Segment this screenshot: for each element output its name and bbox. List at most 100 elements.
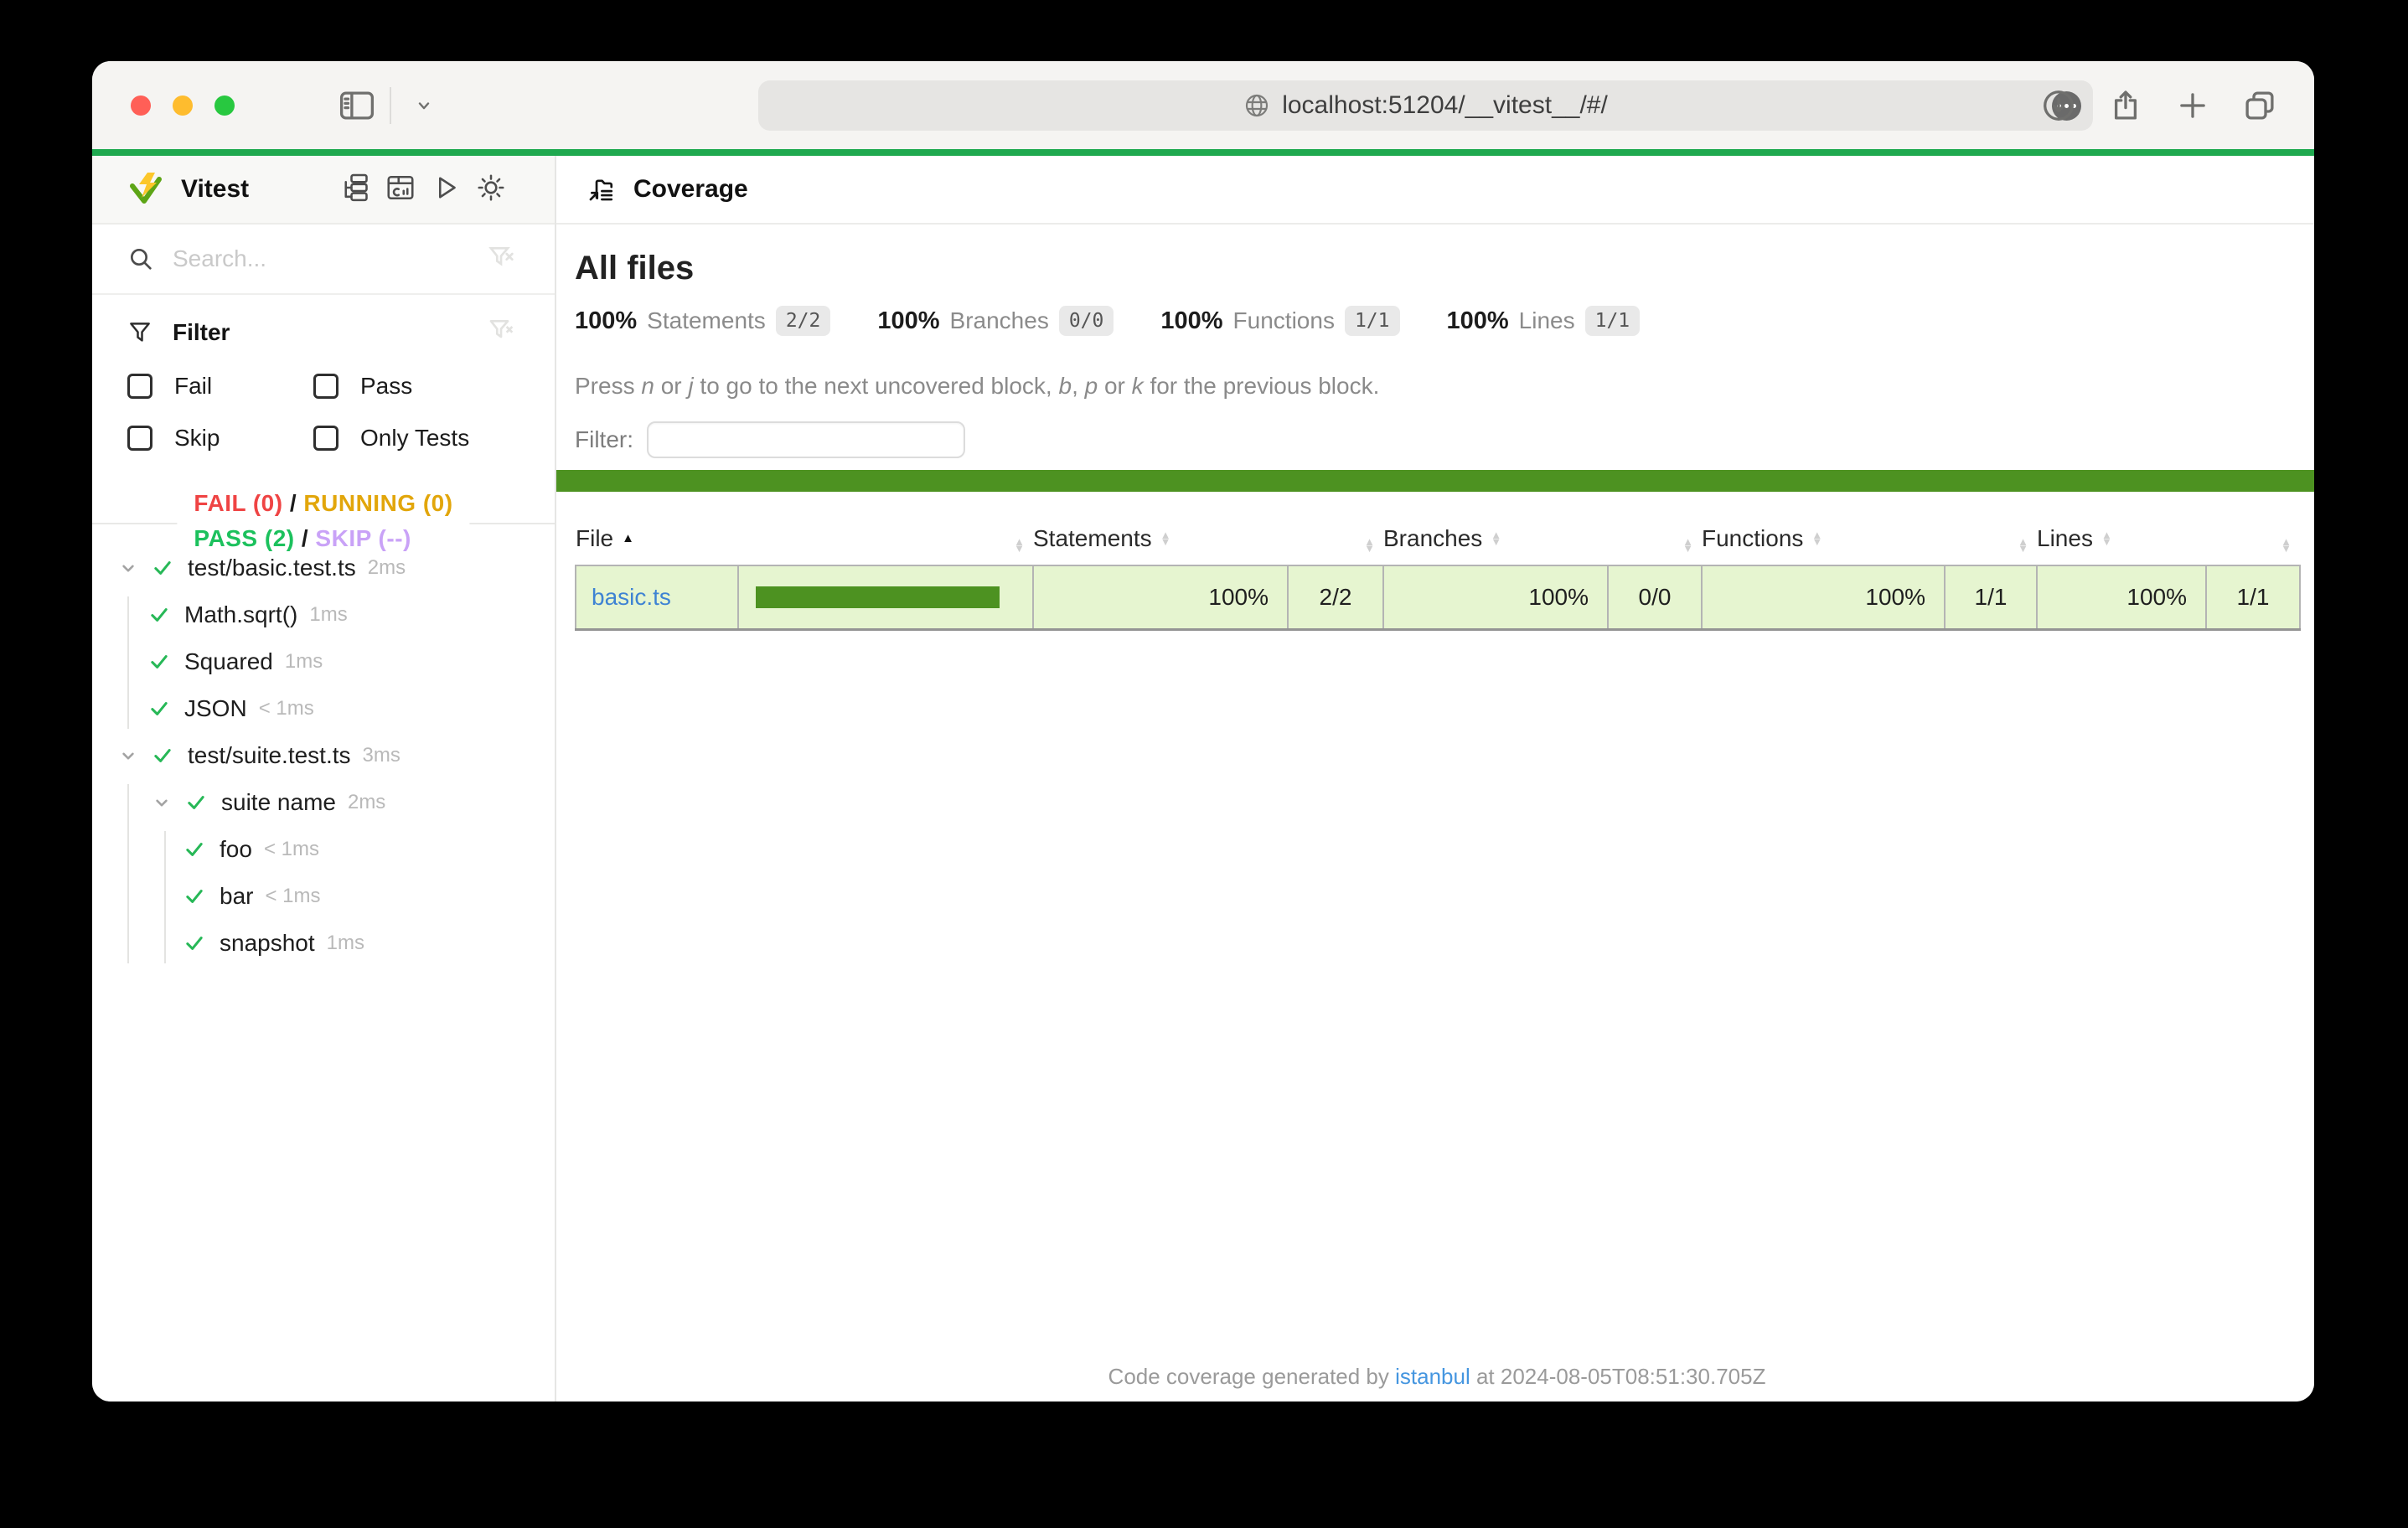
- branches-ratio-cell: 0/0: [1608, 565, 1702, 629]
- test-progress-bar: [92, 149, 2314, 156]
- filter-title: Filter: [173, 319, 488, 346]
- statements-pct-cell: 100%: [1033, 565, 1288, 629]
- tree-item-bar[interactable]: bar < 1ms: [92, 873, 555, 920]
- stat-functions: 100%Functions1/1: [1160, 306, 1399, 336]
- column-header-graph[interactable]: ▲▼: [738, 512, 1033, 565]
- functions-pct-cell: 100%: [1702, 565, 1945, 629]
- dashboard-icon[interactable]: [385, 173, 416, 207]
- lines-ratio-cell: 1/1: [2206, 565, 2300, 629]
- coverage-folder-icon: [586, 175, 615, 204]
- clear-filter-icon[interactable]: [488, 317, 514, 348]
- browser-window: localhost:51204/__vitest__/#/: [92, 61, 2314, 1402]
- sidebar-toggle-icon[interactable]: [339, 88, 375, 123]
- brand-title: Vitest: [181, 175, 340, 204]
- tree-item-squared[interactable]: Squared 1ms: [92, 638, 555, 685]
- chrome-divider: [390, 87, 391, 124]
- column-header-file[interactable]: File▲: [576, 512, 738, 565]
- pass-check-icon: [147, 650, 171, 674]
- traffic-lights: [131, 61, 235, 149]
- coverage-keyline-bar: [556, 470, 2314, 492]
- sort-icon[interactable]: ▲▼: [1608, 539, 1702, 552]
- screenshot-stage: localhost:51204/__vitest__/#/: [0, 0, 2408, 1528]
- tree-item-suite-test-file[interactable]: test/suite.test.ts 3ms: [92, 732, 555, 779]
- stat-statements: 100%Statements2/2: [575, 306, 830, 336]
- pass-check-icon: [151, 744, 174, 767]
- close-button[interactable]: [131, 96, 151, 116]
- downloads-icon[interactable]: [2041, 88, 2076, 123]
- coverage-footer: Code coverage generated by istanbul at 2…: [556, 1364, 2314, 1390]
- sort-icon[interactable]: ▲▼: [1491, 532, 1501, 545]
- search-icon: [127, 245, 154, 272]
- coverage-table: File▲ ▲▼ Statements▲▼ ▲▼ Branches▲▼ ▲▼ F…: [575, 512, 2301, 631]
- test-tree: test/basic.test.ts 2ms Math.sqrt() 1ms S…: [92, 545, 555, 967]
- filter-checkbox-skip[interactable]: Skip: [127, 425, 313, 452]
- branches-pct-cell: 100%: [1383, 565, 1608, 629]
- tree-item-suite-name[interactable]: suite name 2ms: [92, 779, 555, 826]
- functions-ratio-cell: 1/1: [1945, 565, 2037, 629]
- column-header-functions-ratio[interactable]: ▲▼: [1945, 512, 2037, 565]
- url-bar[interactable]: localhost:51204/__vitest__/#/: [758, 80, 2093, 131]
- sort-icon[interactable]: ▲▼: [1811, 532, 1822, 545]
- minimize-button[interactable]: [173, 96, 193, 116]
- chevron-down-icon[interactable]: [117, 557, 139, 579]
- chevron-down-icon[interactable]: [151, 792, 173, 813]
- file-filter-label: Filter:: [575, 426, 633, 453]
- globe-icon: [1243, 92, 1270, 119]
- pass-check-icon: [183, 932, 206, 955]
- test-tree-view-icon[interactable]: [340, 173, 370, 207]
- new-tab-icon[interactable]: [2175, 88, 2210, 123]
- page-title: All files: [575, 250, 2301, 287]
- filter-checkbox-fail[interactable]: Fail: [127, 373, 313, 400]
- url-text: localhost:51204/__vitest__/#/: [1282, 91, 1608, 120]
- coverage-stats: 100%Statements2/2 100%Branches0/0 100%Fu…: [575, 306, 2301, 336]
- vitest-logo-icon: [127, 172, 164, 207]
- pass-check-icon: [183, 838, 206, 861]
- column-header-functions[interactable]: Functions▲▼: [1702, 512, 1945, 565]
- tree-item-snapshot[interactable]: snapshot 1ms: [92, 920, 555, 967]
- file-cell: basic.ts: [576, 565, 738, 629]
- sort-icon[interactable]: ▲▼: [2206, 539, 2300, 552]
- sort-icon[interactable]: ▲▼: [2101, 532, 2112, 545]
- filter-checkbox-only-tests[interactable]: Only Tests: [313, 425, 514, 452]
- zoom-button[interactable]: [214, 96, 235, 116]
- filter-panel: Filter Fail Pass Skip: [92, 295, 555, 452]
- tab-overview-icon[interactable]: [2242, 88, 2277, 123]
- chevron-down-icon[interactable]: [117, 745, 139, 767]
- search-input[interactable]: [173, 245, 488, 272]
- column-header-statements[interactable]: Statements▲▼: [1033, 512, 1288, 565]
- share-icon[interactable]: [2108, 88, 2143, 123]
- funnel-icon: [127, 320, 152, 345]
- pass-check-icon: [184, 791, 208, 814]
- istanbul-link[interactable]: istanbul: [1395, 1364, 1470, 1389]
- tree-item-basic-test-file[interactable]: test/basic.test.ts 2ms: [92, 545, 555, 591]
- summary-line-1: FAIL (0) / RUNNING (0): [194, 486, 452, 521]
- coverage-body: All files 100%Statements2/2 100%Branches…: [556, 225, 2314, 631]
- sort-icon[interactable]: ▲▼: [1945, 539, 2037, 552]
- sort-icon[interactable]: ▲▼: [738, 539, 1033, 552]
- sort-icon[interactable]: ▲▼: [1288, 539, 1383, 552]
- column-header-branches[interactable]: Branches▲▼: [1383, 512, 1608, 565]
- run-all-icon[interactable]: [431, 173, 461, 207]
- tree-item-foo[interactable]: foo < 1ms: [92, 826, 555, 873]
- tree-item-math-sqrt[interactable]: Math.sqrt() 1ms: [92, 591, 555, 638]
- column-header-statements-ratio[interactable]: ▲▼: [1288, 512, 1383, 565]
- tree-item-json[interactable]: JSON < 1ms: [92, 685, 555, 732]
- pass-check-icon: [147, 603, 171, 627]
- column-header-lines-ratio[interactable]: ▲▼: [2206, 512, 2300, 565]
- keyboard-hint: Press n or j to go to the next uncovered…: [575, 373, 2301, 400]
- chevron-down-icon[interactable]: [406, 88, 442, 123]
- theme-toggle-icon[interactable]: [476, 173, 506, 207]
- pass-check-icon: [151, 556, 174, 580]
- sidebar-header: Vitest: [92, 156, 555, 225]
- filter-checkbox-pass[interactable]: Pass: [313, 373, 514, 400]
- file-filter-input[interactable]: [647, 421, 965, 458]
- sort-asc-icon: ▲: [622, 531, 634, 545]
- stat-branches: 100%Branches0/0: [877, 306, 1114, 336]
- pass-check-icon: [147, 697, 171, 720]
- column-header-branches-ratio[interactable]: ▲▼: [1608, 512, 1702, 565]
- clear-search-filter-icon[interactable]: [488, 244, 514, 275]
- sort-icon[interactable]: ▲▼: [1160, 532, 1171, 545]
- file-link[interactable]: basic.ts: [592, 584, 671, 610]
- coverage-title: Coverage: [633, 175, 748, 204]
- column-header-lines[interactable]: Lines▲▼: [2037, 512, 2206, 565]
